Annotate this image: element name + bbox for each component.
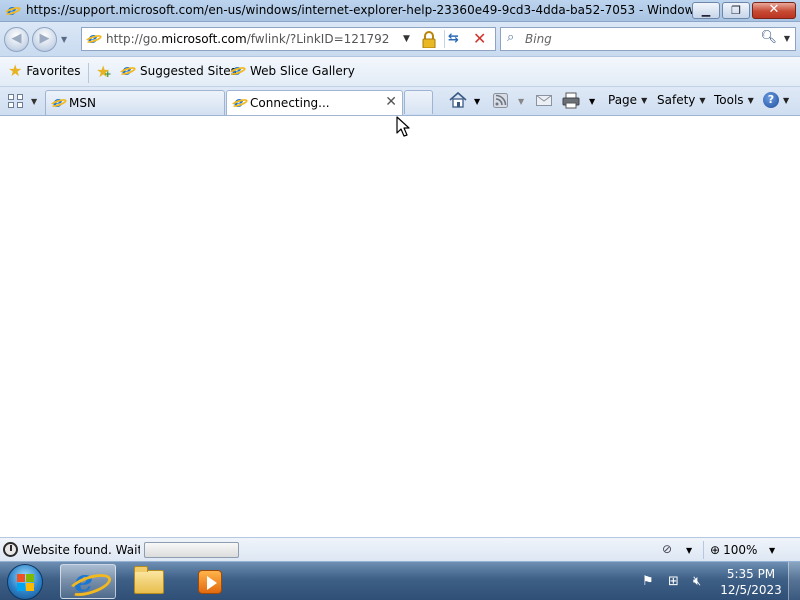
navigation-bar: ◀ ▶ ▼ e http://go.microsoft.com/fwlink/?… <box>0 22 800 57</box>
arrow-right-icon: ▶ <box>39 31 50 46</box>
status-bar: Website found. Waiting for reply... ⊘ ▼ … <box>0 537 800 561</box>
caret-down-icon: ▼ <box>783 95 790 105</box>
restore-button[interactable]: ❐ <box>722 2 750 19</box>
home-icon[interactable] <box>449 91 467 109</box>
search-icon[interactable]: 🔍︎ <box>760 30 777 45</box>
address-dropdown-icon[interactable]: ▼ <box>403 34 410 44</box>
address-separator <box>444 30 445 48</box>
ie-icon: e <box>49 93 68 111</box>
tab-list-dropdown[interactable]: ▼ <box>31 97 37 106</box>
help-menu[interactable]: ? ▼ <box>763 92 789 108</box>
tab-connecting[interactable]: e Connecting... ✕ <box>226 90 403 115</box>
status-separator <box>703 541 704 559</box>
progress-bar <box>144 542 239 558</box>
back-button[interactable]: ◀ <box>4 27 29 52</box>
bing-search-icon: ⌕ <box>507 30 515 45</box>
ie-icon: e <box>118 61 137 79</box>
taskbar-media-player[interactable] <box>182 564 238 599</box>
caret-down-icon: ▼ <box>699 95 706 105</box>
windows-logo-icon <box>17 574 35 592</box>
internet-explorer-icon: e <box>74 564 94 599</box>
taskbar-internet-explorer[interactable]: e <box>60 564 116 599</box>
mouse-cursor-icon <box>396 116 410 137</box>
tab-msn[interactable]: e MSN <box>45 90 225 115</box>
ie-page-icon: e <box>84 29 103 47</box>
favorites-separator <box>88 63 89 83</box>
network-icon[interactable]: ⊞ <box>668 574 679 589</box>
feeds-icon[interactable] <box>493 93 508 108</box>
page-content[interactable] <box>0 117 800 537</box>
taskbar: e ⚑ ⊞ 🔇︎ 5:35 PM 12/5/2023 <box>0 561 800 600</box>
search-box[interactable]: ⌕ Bing 🔍︎ ▼ <box>500 27 796 51</box>
window-title: https://support.microsoft.com/en-us/wind… <box>26 3 696 17</box>
recent-pages-dropdown[interactable]: ▼ <box>61 35 67 44</box>
security-zone-icon[interactable]: ⊘ <box>662 542 672 556</box>
caret-down-icon: ▼ <box>641 95 648 105</box>
close-icon: ✕ <box>768 2 780 17</box>
lock-icon[interactable] <box>421 31 437 48</box>
zoom-icon: ⊕ <box>710 543 721 557</box>
mail-icon[interactable] <box>536 95 552 106</box>
tools-menu[interactable]: Tools ▼ <box>714 93 754 107</box>
loading-icon <box>3 542 18 557</box>
print-dropdown[interactable]: ▼ <box>589 97 595 106</box>
zoom-level[interactable]: ⊕ 100% <box>710 543 757 557</box>
address-url[interactable]: http://go.microsoft.com/fwlink/?LinkID=1… <box>106 32 389 46</box>
address-bar[interactable]: e http://go.microsoft.com/fwlink/?LinkID… <box>81 27 496 51</box>
clock-time: 5:35 PM <box>726 567 776 581</box>
page-menu[interactable]: Page ▼ <box>608 93 647 107</box>
help-icon: ? <box>763 92 779 108</box>
minimize-icon: ▁ <box>701 4 711 17</box>
minimize-button[interactable]: ▁ <box>692 2 720 19</box>
search-options-dropdown[interactable]: ▼ <box>784 34 790 43</box>
print-icon[interactable] <box>562 92 580 109</box>
close-tab-icon[interactable]: ✕ <box>385 94 397 110</box>
favorites-bar: ★ Favorites ★ + e Suggested Sites e Web S… <box>0 57 800 87</box>
add-to-favorites-bar-icon[interactable]: ★ + <box>96 62 112 81</box>
stop-icon[interactable]: ✕ <box>473 29 486 48</box>
search-input[interactable]: Bing <box>525 32 552 46</box>
ie-icon: e <box>230 93 249 111</box>
web-slice-gallery-link[interactable]: e Web Slice Gallery <box>228 61 355 79</box>
restore-icon: ❐ <box>731 4 741 17</box>
clock[interactable]: 5:35 PM 12/5/2023 <box>718 566 784 598</box>
tab-bar: ▼ e MSN e Connecting... ✕ ▼ ▼ ▼ Page ▼ Sa… <box>0 87 800 116</box>
taskbar-windows-explorer[interactable] <box>122 564 178 599</box>
arrow-left-icon: ◀ <box>11 31 22 46</box>
action-center-flag-icon[interactable]: ⚑ <box>642 574 654 589</box>
volume-muted-icon[interactable]: 🔇︎ <box>693 574 701 589</box>
zone-dropdown[interactable]: ▼ <box>686 546 692 555</box>
zoom-dropdown[interactable]: ▼ <box>769 546 775 555</box>
status-text: Website found. Waiting for reply... <box>22 543 140 557</box>
suggested-sites-link[interactable]: e Suggested Sites <box>118 61 237 79</box>
feeds-dropdown[interactable]: ▼ <box>518 97 524 106</box>
start-button[interactable] <box>7 564 43 600</box>
favorites-button[interactable]: ★ Favorites <box>8 63 81 79</box>
show-desktop-button[interactable] <box>788 562 800 600</box>
media-player-icon <box>198 570 222 594</box>
caret-down-icon: ▼ <box>747 95 754 105</box>
clock-date: 12/5/2023 <box>720 583 782 597</box>
folder-icon <box>134 566 164 594</box>
safety-menu[interactable]: Safety ▼ <box>657 93 706 107</box>
home-dropdown[interactable]: ▼ <box>474 97 480 106</box>
new-tab-button[interactable] <box>404 90 433 114</box>
quick-tabs-icon[interactable] <box>6 91 28 111</box>
forward-button[interactable]: ▶ <box>32 27 57 52</box>
star-icon: ★ <box>8 61 23 80</box>
window-controls: ▁ ❐ ✕ <box>690 2 796 19</box>
ie-icon: e <box>228 61 247 79</box>
close-button[interactable]: ✕ <box>752 2 796 19</box>
title-bar: e https://support.microsoft.com/en-us/wi… <box>0 0 800 22</box>
refresh-icon[interactable]: ⇆ <box>448 31 459 46</box>
ie-icon: e <box>3 1 22 19</box>
